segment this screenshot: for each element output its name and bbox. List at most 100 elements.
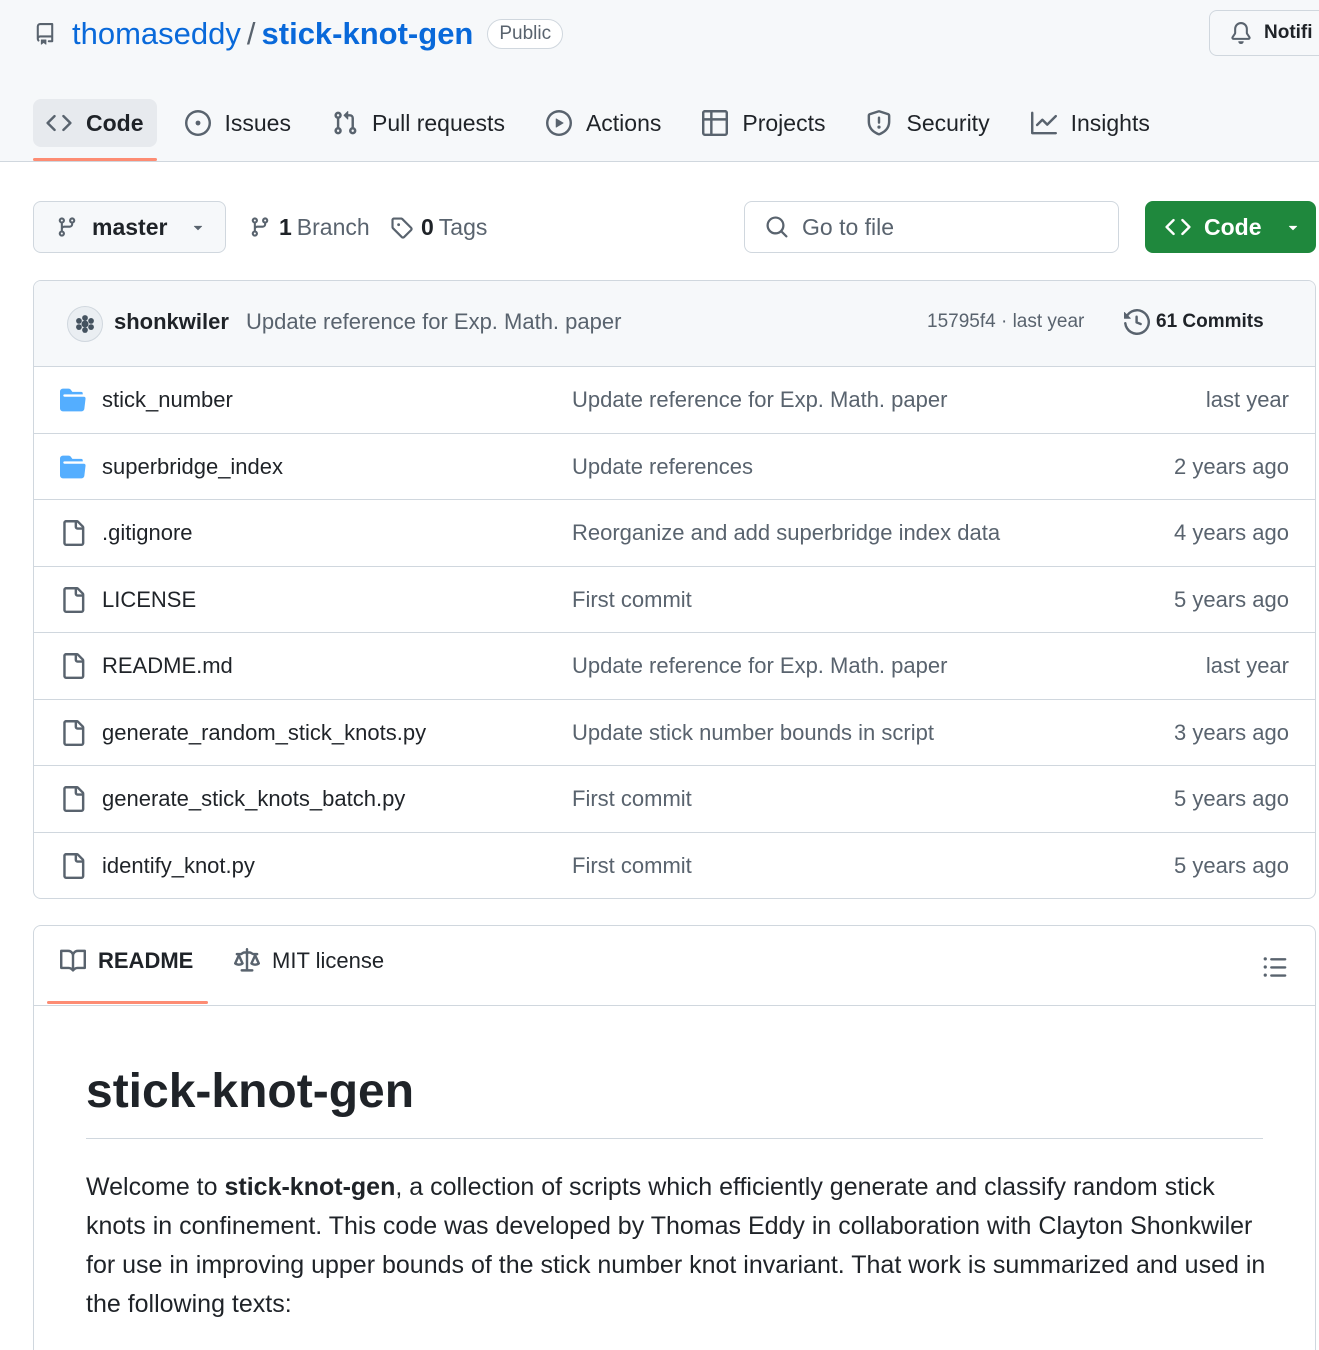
folder-icon (60, 455, 86, 478)
issue-opened-icon (184, 110, 211, 136)
file-commit-message[interactable]: Update reference for Exp. Math. paper (572, 387, 947, 413)
file-commit-age: 5 years ago (1174, 786, 1289, 811)
file-commit-age: 2 years ago (1174, 453, 1289, 479)
repo-owner-link[interactable]: thomaseddy (72, 16, 241, 52)
file-icon (63, 586, 85, 613)
tag-count-number: 0 (421, 213, 434, 240)
tag-count-label: Tags (438, 213, 488, 240)
table-row: stick_number Update reference for Exp. M… (34, 367, 1315, 434)
search-icon (766, 216, 788, 238)
go-to-file-input[interactable]: Go to file (744, 201, 1119, 253)
tab-readme-label: README (98, 948, 194, 973)
file-commit-message[interactable]: Update references (572, 454, 753, 480)
commit-hash-time[interactable]: 15795f4 · last year (927, 311, 1084, 333)
tab-license-label: MIT license (272, 948, 385, 973)
tab-insights[interactable]: Insights (1018, 99, 1163, 147)
graph-icon (1030, 111, 1057, 135)
intro-prefix: Welcome to (86, 1173, 225, 1201)
tab-actions-label: Actions (585, 109, 662, 136)
readme-title: stick-knot-gen (86, 1065, 415, 1118)
repo-icon (36, 23, 54, 45)
repo-nav-tabs: Code Issues Pull requests Actions Projec… (33, 99, 1178, 161)
file-commit-age: last year (1205, 653, 1289, 678)
code-dropdown-button[interactable]: Code (1145, 201, 1316, 253)
file-name-link[interactable]: identify_knot.py (102, 853, 255, 879)
tab-code[interactable]: Code (33, 99, 157, 161)
table-row: .gitignore Reorganize and add superbridg… (34, 500, 1315, 567)
file-commit-message[interactable]: Reorganize and add superbridge index dat… (572, 520, 1000, 546)
tab-projects[interactable]: Projects (689, 99, 838, 147)
file-name-link[interactable]: .gitignore (102, 520, 193, 546)
file-commit-message[interactable]: First commit (572, 853, 692, 879)
git-branch-icon (251, 217, 269, 237)
bell-icon (1231, 22, 1251, 44)
file-icon (63, 520, 85, 546)
file-commit-message[interactable]: Update reference for Exp. Math. paper (572, 653, 947, 679)
file-commit-age: 3 years ago (1174, 719, 1289, 745)
file-icon (63, 786, 85, 812)
tags-link[interactable]: 0 Tags (390, 210, 487, 244)
file-commit-age: last year (1205, 387, 1289, 412)
branch-count-number: 1 (279, 213, 292, 240)
commit-author-link[interactable]: shonkwiler (114, 309, 229, 335)
triangle-down-icon (194, 225, 203, 231)
go-to-file-placeholder: Go to file (802, 213, 895, 240)
notifications-label: Notifi (1264, 22, 1313, 43)
repo-title: thomaseddy / stick-knot-gen Public (34, 14, 564, 54)
tab-readme[interactable]: README (60, 948, 193, 974)
readme-panel: README MIT license stick-knot-gen Welcom… (33, 925, 1316, 1350)
code-icon (1165, 218, 1191, 236)
file-icon (63, 719, 85, 746)
tab-pull-requests-label: Pull requests (371, 109, 505, 136)
file-commit-message[interactable]: Update stick number bounds in script (572, 720, 934, 746)
folder-icon (60, 388, 86, 412)
tab-insights-label: Insights (1070, 109, 1150, 136)
visibility-badge: Public (487, 19, 564, 49)
history-icon (1124, 309, 1150, 335)
branch-count-label: Branch (296, 213, 370, 240)
branches-link[interactable]: 1 Branch (249, 210, 370, 244)
file-name-link[interactable]: stick_number (102, 387, 233, 413)
branch-name: master (92, 213, 168, 240)
file-commit-message[interactable]: First commit (572, 587, 692, 613)
table-row: README.md Update reference for Exp. Math… (34, 633, 1315, 700)
git-pull-request-icon (334, 110, 357, 135)
tab-license[interactable]: MIT license (234, 948, 384, 974)
list-unordered-icon[interactable] (1262, 954, 1288, 980)
tab-code-label: Code (86, 109, 144, 136)
readme-tabs: README MIT license (34, 926, 1315, 1006)
file-name-link[interactable]: generate_stick_knots_batch.py (102, 786, 405, 812)
file-name-link[interactable]: superbridge_index (102, 454, 283, 480)
tab-issues[interactable]: Issues (172, 99, 304, 147)
file-name-link[interactable]: README.md (102, 653, 233, 679)
repo-name-link[interactable]: stick-knot-gen (262, 16, 474, 52)
shield-icon (868, 110, 891, 136)
code-button-label: Code (1204, 213, 1262, 240)
readme-intro-paragraph: Welcome to stick-knot-gen, a collection … (86, 1168, 1266, 1324)
tab-issues-label: Issues (224, 109, 291, 136)
avatar[interactable] (67, 306, 103, 342)
triangle-down-icon (1288, 225, 1297, 231)
file-listing: shonkwiler Update reference for Exp. Mat… (33, 280, 1316, 899)
repo-header: thomaseddy / stick-knot-gen Public Notif… (0, 0, 1319, 162)
commit-message-link[interactable]: Update reference for Exp. Math. paper (246, 309, 621, 335)
git-branch-icon (58, 217, 76, 237)
table-row: generate_stick_knots_batch.py First comm… (34, 766, 1315, 833)
commits-count-label: 61 Commits (1156, 311, 1264, 332)
file-commit-age: 4 years ago (1174, 520, 1289, 545)
tab-pull-requests[interactable]: Pull requests (319, 99, 518, 147)
file-commit-message[interactable]: First commit (572, 786, 692, 812)
tab-security[interactable]: Security (853, 99, 1002, 147)
file-icon (63, 852, 85, 879)
notifications-button[interactable]: Notifi (1209, 10, 1319, 56)
active-tab-indicator (47, 1001, 208, 1004)
file-name-link[interactable]: generate_random_stick_knots.py (102, 720, 426, 746)
book-icon (60, 949, 86, 972)
tab-actions[interactable]: Actions (533, 99, 674, 147)
path-separator: / (246, 16, 256, 51)
intro-bold-name: stick-knot-gen (224, 1173, 396, 1201)
commits-history-link[interactable]: 61 Commits (1124, 309, 1264, 335)
identicon-icon (76, 315, 94, 333)
branch-selector-button[interactable]: master (33, 201, 226, 253)
file-name-link[interactable]: LICENSE (102, 587, 196, 613)
